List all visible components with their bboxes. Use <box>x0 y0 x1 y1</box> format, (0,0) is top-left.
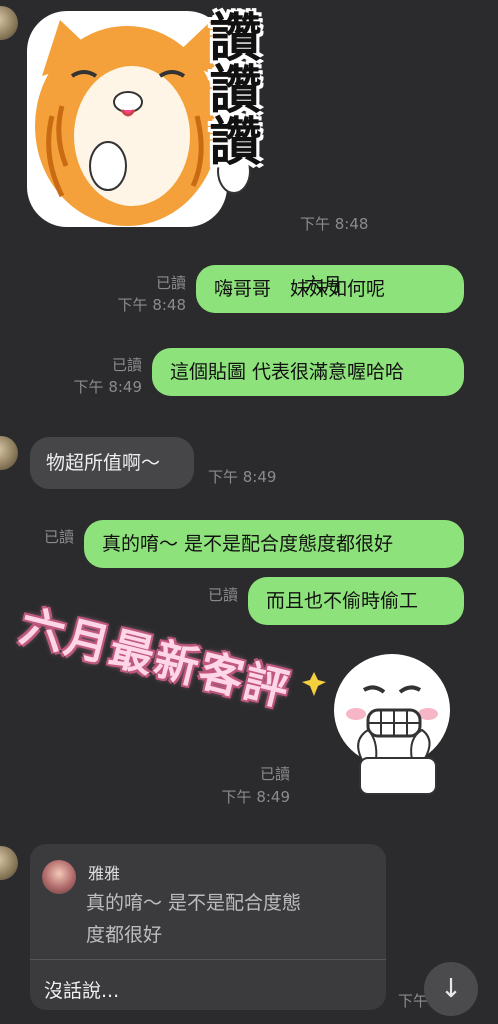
avatar[interactable] <box>0 436 18 470</box>
quoted-user-avatar <box>42 860 76 894</box>
cat-sticker-text: 讚讚讚 <box>200 10 260 166</box>
chat-bubble-sent[interactable]: 真的唷～ 是不是配合度態度都很好 <box>84 520 464 568</box>
arrow-down-icon: ↓ <box>440 974 462 1004</box>
read-receipt: 已讀 <box>155 274 186 292</box>
message-text: 而且也不偷時偷工 <box>266 590 419 612</box>
quoted-user-name: 雅雅 <box>88 864 121 883</box>
timestamp: 下午 <box>398 992 429 1010</box>
scroll-down-button[interactable]: ↓ <box>424 962 478 1016</box>
chat-bubble-received[interactable]: 物超所值啊～ <box>30 437 194 489</box>
quoted-text-line: 度都很好 <box>86 924 163 946</box>
chat-bubble-sent[interactable]: 這個貼圖 代表很滿意喔哈哈 <box>152 348 464 396</box>
read-receipt: 已讀 <box>207 586 238 604</box>
timestamp: 下午 8:49 <box>73 378 142 396</box>
avatar[interactable] <box>0 6 18 40</box>
reply-text: 沒話說... <box>44 980 120 1002</box>
timestamp: 下午 8:49 <box>221 788 290 806</box>
reply-divider <box>30 959 386 960</box>
reply-message-card[interactable]: 雅雅 真的唷～ 是不是配合度態 度都很好 沒話說... <box>30 844 386 1010</box>
face-sticker-image <box>302 654 450 795</box>
message-text: 嗨哥哥 妹妹如何呢 <box>214 278 386 300</box>
message-text: 這個貼圖 代表很滿意喔哈哈 <box>170 361 405 383</box>
laughing-face-sticker <box>300 640 460 800</box>
read-receipt: 已讀 <box>111 356 142 374</box>
chat-bubble-sent[interactable]: 而且也不偷時偷工 <box>248 577 464 625</box>
read-receipt: 已讀 <box>259 765 290 783</box>
timestamp: 下午 8:48 <box>300 215 369 233</box>
timestamp: 下午 8:48 <box>117 296 186 314</box>
timestamp: 下午 8:49 <box>208 468 277 486</box>
quoted-text-line: 真的唷～ 是不是配合度態 <box>86 892 302 914</box>
cat-thumbs-up-sticker: 讚讚讚 <box>22 6 292 232</box>
message-text: 物超所值啊～ <box>46 452 161 474</box>
avatar[interactable] <box>0 846 18 880</box>
sticker-label: 六月 <box>304 274 343 296</box>
read-receipt: 已讀 <box>43 528 74 546</box>
message-text: 真的唷～ 是不是配合度態度都很好 <box>102 533 394 555</box>
